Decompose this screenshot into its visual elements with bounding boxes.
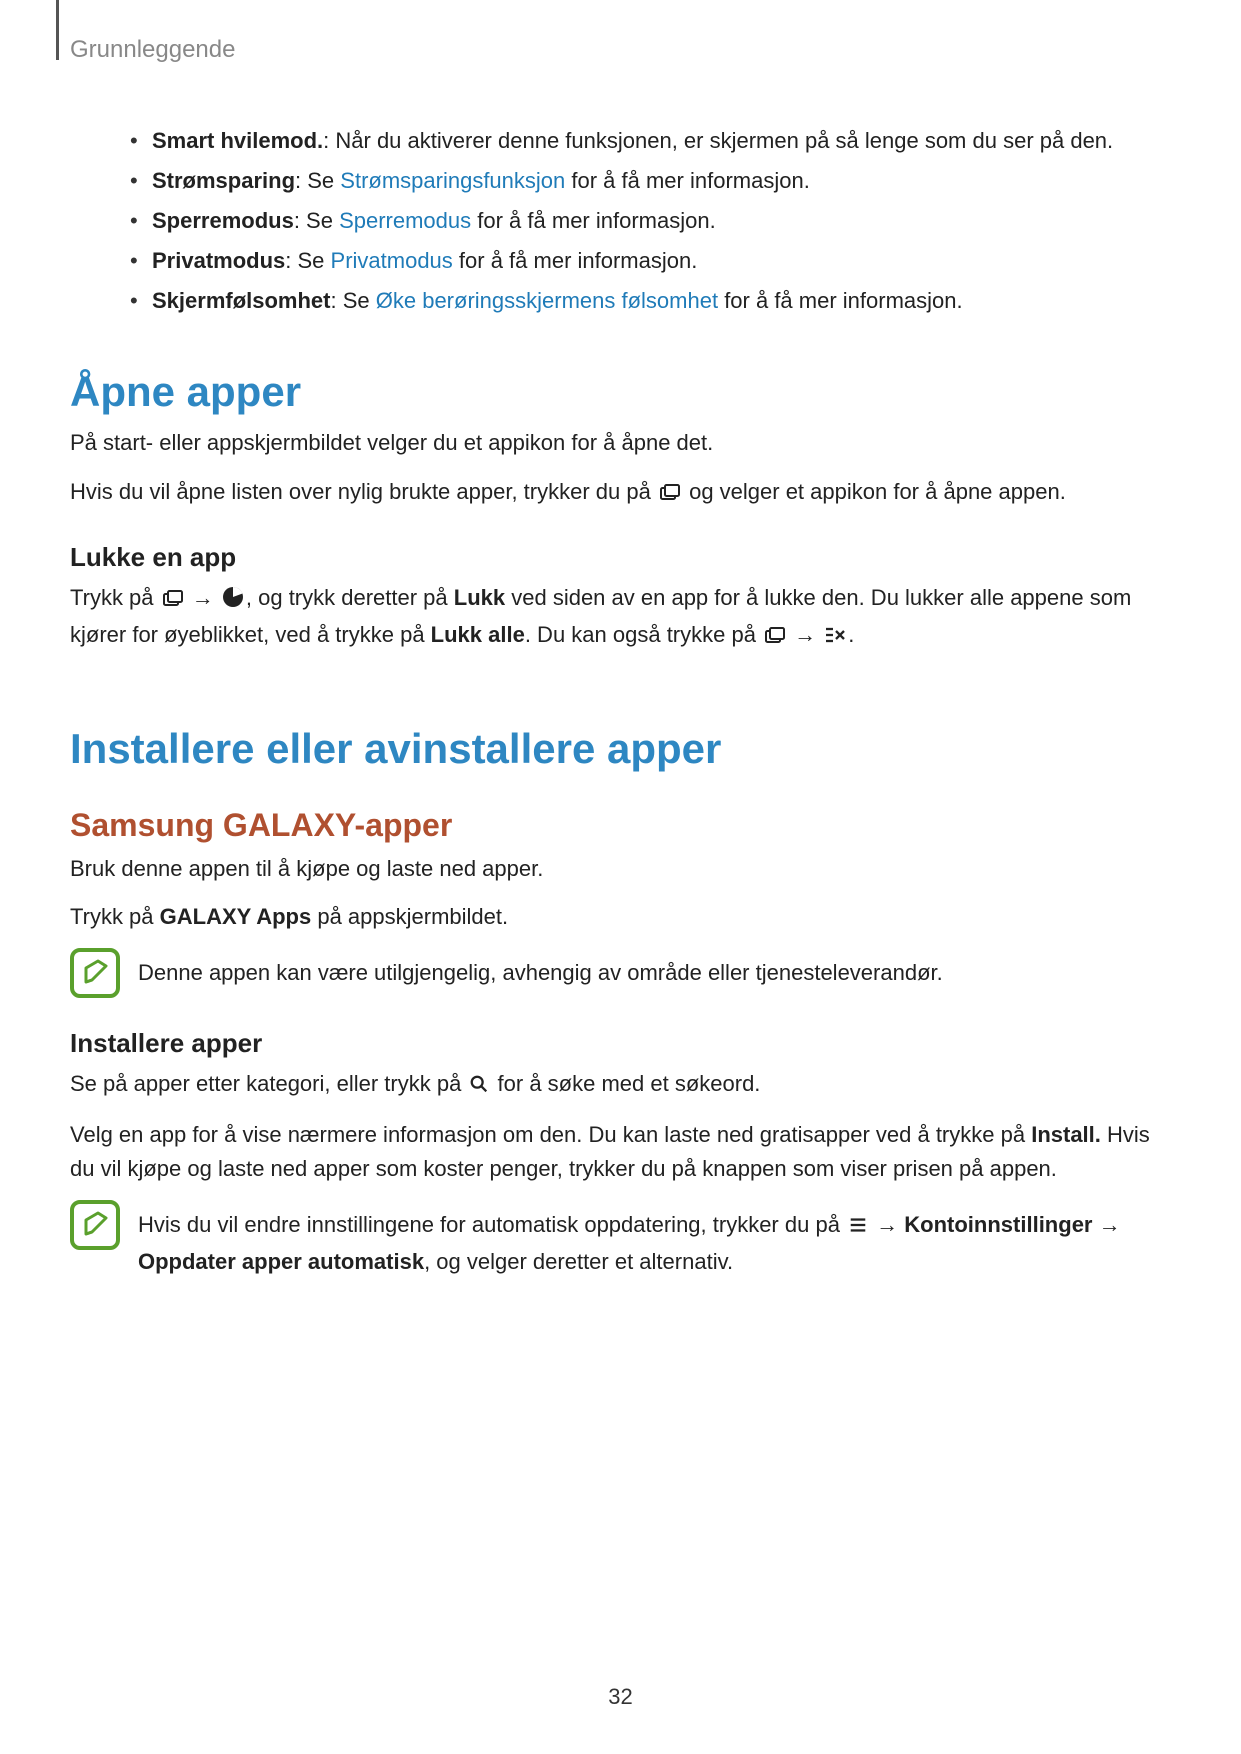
heading-samsung-galaxy-apper: Samsung GALAXY-apper [70, 807, 1171, 844]
bullet-title: Skjermfølsomhet [152, 288, 331, 313]
text: . [848, 622, 854, 647]
text: → [1092, 1212, 1120, 1237]
bullet-skjermfolsomhet: Skjermfølsomhet: Se Øke berøringsskjerme… [130, 284, 1171, 318]
text: → [186, 585, 220, 610]
bullet-title: Sperremodus [152, 208, 294, 233]
paragraph: Se på apper etter kategori, eller trykk … [70, 1067, 1171, 1104]
header-accent-bar [56, 0, 59, 60]
bullet-text: : Se [331, 288, 376, 313]
bullet-stromsparing: Strømsparing: Se Strømsparingsfunksjon f… [130, 164, 1171, 198]
paragraph: Hvis du vil åpne listen over nylig brukt… [70, 475, 1171, 512]
bullet-title: Smart hvilemod. [152, 128, 323, 153]
text: Hvis du vil åpne listen over nylig brukt… [70, 479, 657, 504]
search-icon [469, 1070, 489, 1104]
bullet-text: : Se [294, 208, 339, 233]
text: , og velger deretter et alternativ. [424, 1249, 733, 1274]
bullet-privatmodus: Privatmodus: Se Privatmodus for å få mer… [130, 244, 1171, 278]
paragraph: Bruk denne appen til å kjøpe og laste ne… [70, 852, 1171, 886]
paragraph: Velg en app for å vise nærmere informasj… [70, 1118, 1171, 1186]
paragraph: På start- eller appskjermbildet velger d… [70, 426, 1171, 460]
bullet-text: : Se [295, 168, 340, 193]
text: for å søke med et søkeord. [491, 1071, 760, 1096]
paragraph: Trykk på GALAXY Apps på appskjermbildet. [70, 900, 1171, 934]
note-icon [70, 948, 120, 998]
menu-icon [848, 1211, 868, 1245]
text: → [788, 622, 822, 647]
page-number: 32 [0, 1684, 1241, 1710]
text: Se på apper etter kategori, eller trykk … [70, 1071, 467, 1096]
bullet-link[interactable]: Øke berøringsskjermens følsomhet [376, 288, 718, 313]
heading-apne-apper: Åpne apper [70, 368, 1171, 416]
text-bold: Oppdater apper automatisk [138, 1249, 424, 1274]
heading-lukke-en-app: Lukke en app [70, 542, 1171, 573]
paragraph: Trykk på → , og trykk deretter på Lukk v… [70, 581, 1171, 655]
heading-installere-apper: Installere apper [70, 1028, 1171, 1059]
bullet-sperremodus: Sperremodus: Se Sperremodus for å få mer… [130, 204, 1171, 238]
bullet-text: : Se [285, 248, 330, 273]
text-bold: Kontoinnstillinger [904, 1212, 1092, 1237]
page-section-header: Grunnleggende [70, 36, 1171, 64]
recent-apps-icon [764, 621, 786, 655]
bullet-link[interactable]: Strømsparingsfunksjon [340, 168, 565, 193]
note-block: Hvis du vil endre innstillingene for aut… [70, 1200, 1171, 1279]
bullet-link[interactable]: Privatmodus [331, 248, 453, 273]
bullet-text: for å få mer informasjon. [453, 248, 698, 273]
bullet-text: for å få mer informasjon. [565, 168, 810, 193]
feature-bullet-list: Smart hvilemod.: Når du aktiverer denne … [70, 124, 1171, 318]
text: på appskjermbildet. [311, 904, 508, 929]
text: Trykk på [70, 904, 160, 929]
close-all-icon [824, 621, 846, 655]
text: og velger et appikon for å åpne appen. [683, 479, 1066, 504]
bullet-text: : Når du aktiverer denne funksjonen, er … [323, 128, 1113, 153]
bullet-link[interactable]: Sperremodus [339, 208, 471, 233]
bullet-title: Privatmodus [152, 248, 285, 273]
bullet-smart-hvilemod: Smart hvilemod.: Når du aktiverer denne … [130, 124, 1171, 158]
bullet-text: for å få mer informasjon. [471, 208, 716, 233]
text: Velg en app for å vise nærmere informasj… [70, 1122, 1031, 1147]
text: Trykk på [70, 585, 160, 610]
note-block: Denne appen kan være utilgjengelig, avhe… [70, 948, 1171, 998]
recent-apps-icon [659, 478, 681, 512]
text-bold: Lukk [454, 585, 505, 610]
task-manager-icon [222, 584, 244, 618]
recent-apps-icon [162, 584, 184, 618]
text-bold: Lukk alle [431, 622, 525, 647]
heading-installere-avinstallere: Installere eller avinstallere apper [70, 725, 1171, 773]
bullet-text: for å få mer informasjon. [718, 288, 963, 313]
text: , og trykk deretter på [246, 585, 454, 610]
note-icon [70, 1200, 120, 1250]
text: → [870, 1212, 904, 1237]
bullet-title: Strømsparing [152, 168, 295, 193]
note-text: Hvis du vil endre innstillingene for aut… [138, 1200, 1171, 1279]
note-text: Denne appen kan være utilgjengelig, avhe… [138, 948, 943, 990]
text: . Du kan også trykke på [525, 622, 762, 647]
text: Hvis du vil endre innstillingene for aut… [138, 1212, 846, 1237]
text-bold: Install. [1031, 1122, 1101, 1147]
text-bold: GALAXY Apps [160, 904, 312, 929]
